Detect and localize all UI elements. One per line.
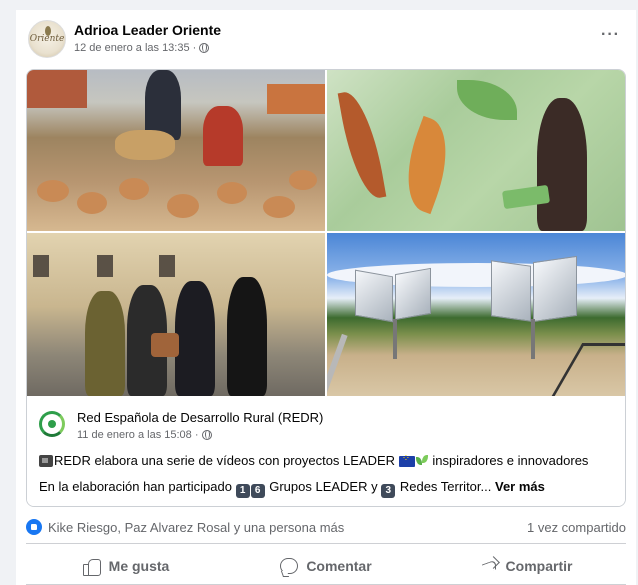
hen [167, 194, 199, 218]
hen [263, 196, 295, 218]
keycap-digit-3: 3 [381, 484, 396, 498]
panel-pole [393, 319, 397, 359]
photo-women-street[interactable] [27, 233, 325, 396]
photo-solar-concentrators[interactable] [327, 233, 625, 396]
house [267, 84, 325, 114]
sprout-icon [415, 455, 429, 467]
shared-text-d: Grupos LEADER y [269, 479, 378, 494]
action-bar: Me gusta Comentar Compartir [26, 551, 626, 581]
shared-page-name[interactable]: Red Española de Desarrollo Rural (REDR) [77, 410, 323, 425]
hen [77, 192, 107, 214]
page-avatar[interactable]: Oriente [28, 20, 66, 58]
painted-leaf [457, 80, 517, 120]
more-options-button[interactable]: ··· [601, 26, 620, 44]
share-button[interactable]: Compartir [426, 551, 626, 581]
hen [119, 178, 149, 200]
person-figure [175, 281, 215, 396]
share-count[interactable]: 1 vez compartido [527, 520, 626, 535]
post-header: Oriente Adrioa Leader Oriente 12 de ener… [28, 20, 624, 60]
photo-chickens-farm[interactable] [27, 70, 325, 231]
solar-panel [491, 260, 531, 322]
window [33, 255, 49, 277]
solar-panel [355, 269, 393, 323]
shared-text-e: Redes Territor... [399, 479, 492, 494]
ladder [327, 333, 348, 396]
shared-timestamp[interactable]: 11 de enero a las 15:08 · [77, 429, 199, 441]
reactions-row: Kike Riesgo, Paz Alvarez Rosal y una per… [26, 518, 626, 538]
dog [115, 130, 175, 160]
like-button[interactable]: Me gusta [26, 551, 226, 581]
window [159, 255, 175, 277]
person-figure [227, 277, 267, 396]
reaction-names[interactable]: Kike Riesgo, Paz Alvarez Rosal y una per… [48, 520, 344, 535]
thumb-icon [82, 557, 101, 576]
red-building [27, 70, 87, 108]
globe-icon [201, 430, 212, 440]
share-label: Compartir [505, 558, 573, 574]
shared-post-info: Red Española de Desarrollo Rural (REDR) … [27, 396, 625, 506]
hen [217, 182, 247, 204]
shared-text-b: inspiradores e innovadores [432, 453, 589, 468]
share-icon [480, 558, 498, 574]
like-label: Me gusta [108, 558, 170, 574]
keycap-digit-6: 6 [250, 484, 265, 498]
comment-button[interactable]: Comentar [226, 551, 426, 581]
window [97, 255, 113, 277]
eu-flag-icon [398, 453, 415, 467]
person-figure [203, 106, 243, 166]
railing [551, 343, 625, 396]
page-name-link[interactable]: Adrioa Leader Oriente [74, 22, 221, 38]
keycap-digit-1: 1 [235, 484, 250, 498]
artist-figure [537, 98, 587, 231]
comment-icon [280, 558, 299, 574]
facebook-post: Oriente Adrioa Leader Oriente 12 de ener… [16, 10, 636, 585]
see-more-link[interactable]: Ver más [495, 479, 545, 494]
solar-panel [533, 255, 577, 323]
shared-text-c: En la elaboración han participado [39, 479, 232, 494]
globe-icon [199, 43, 210, 53]
post-meta: 12 de enero a las 13:35 · [74, 42, 210, 54]
redr-logo-icon[interactable] [39, 411, 65, 437]
shared-text-line-2: En la elaboración han participado 16 Gru… [39, 479, 545, 498]
photo-grid [27, 70, 625, 396]
painted-leaf [392, 115, 462, 215]
divider [26, 543, 626, 544]
hen [37, 180, 69, 202]
avatar-logo-text: Oriente [29, 34, 65, 44]
solar-panel [395, 267, 431, 321]
handbag [151, 333, 179, 357]
shared-text-line-1: REDR elabora una serie de vídeos con pro… [39, 453, 588, 468]
post-timestamp[interactable]: 12 de enero a las 13:35 · [74, 42, 196, 54]
film-icon [39, 455, 53, 467]
photo-mural-artist[interactable] [327, 70, 625, 231]
painted-leaf [337, 88, 387, 202]
person-figure [85, 291, 125, 396]
shared-meta: 11 de enero a las 15:08 · [77, 429, 212, 441]
shared-text-a: REDR elabora una serie de vídeos con pro… [54, 453, 396, 468]
comment-label: Comentar [306, 558, 372, 574]
like-badge-icon[interactable] [26, 519, 42, 535]
shared-post-card[interactable]: Red Española de Desarrollo Rural (REDR) … [26, 69, 626, 507]
panel-pole [531, 319, 535, 359]
hen [289, 170, 317, 190]
